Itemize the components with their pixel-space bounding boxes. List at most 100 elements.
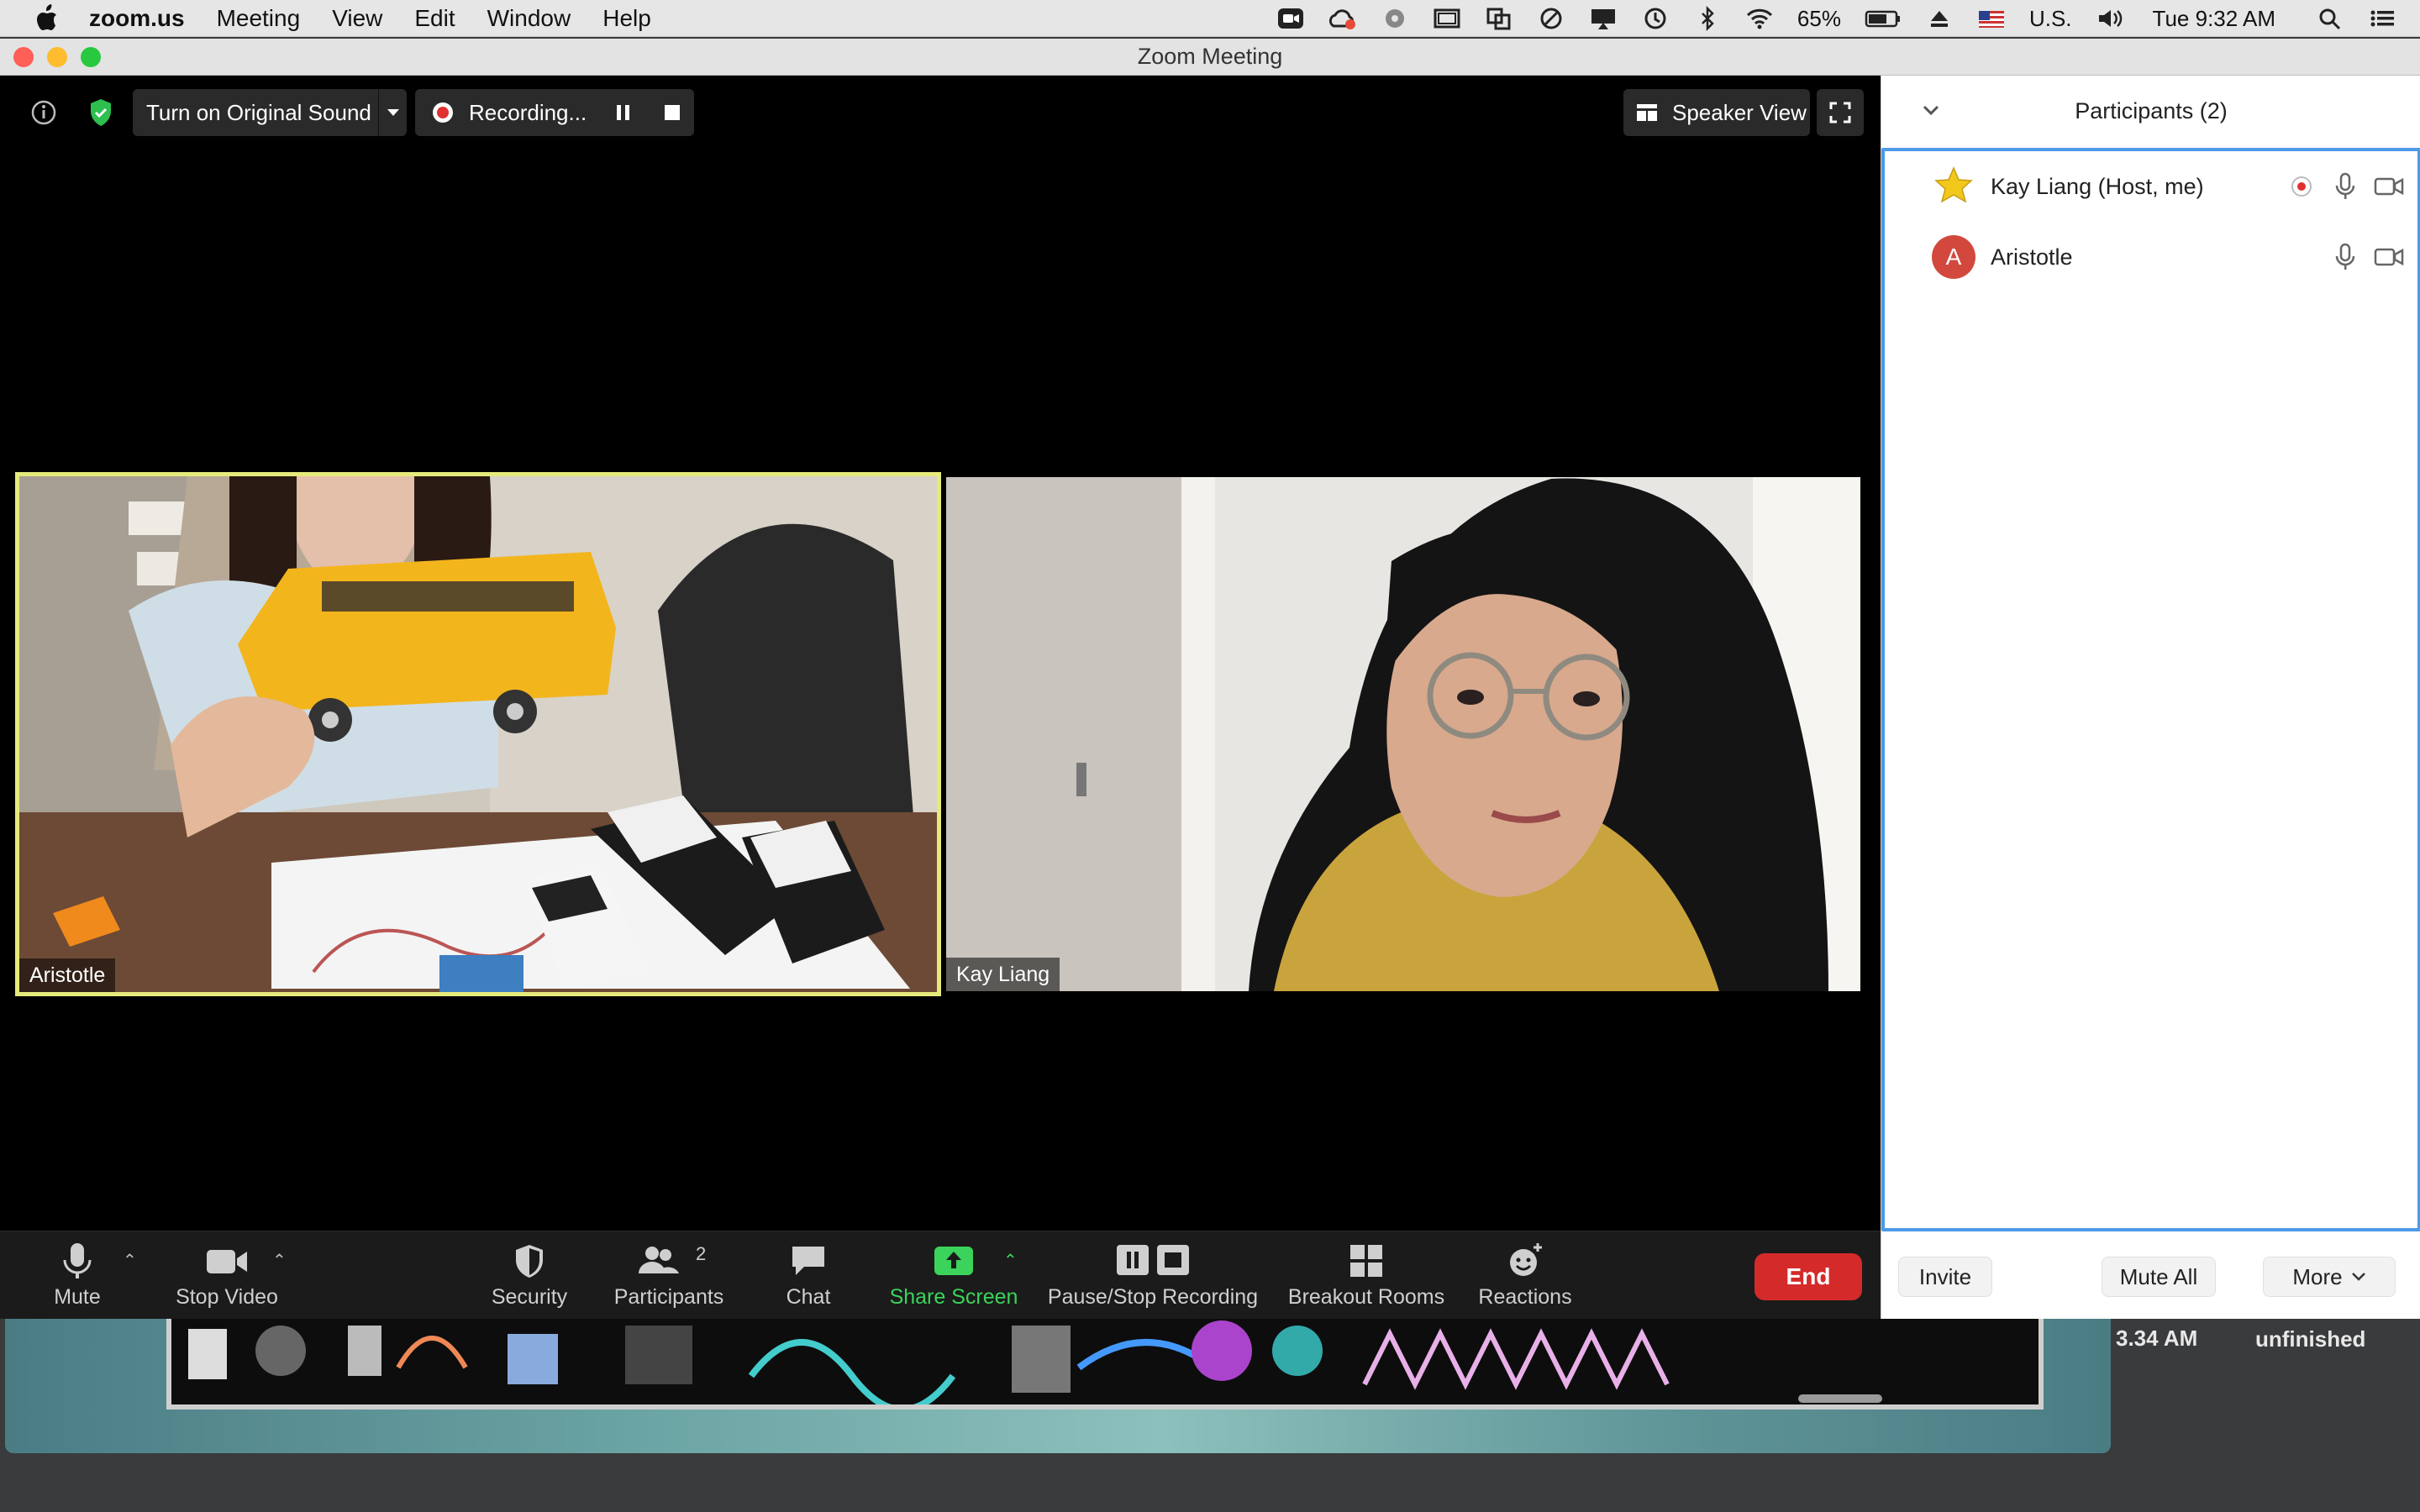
caret-down-icon	[387, 109, 399, 116]
menu-window[interactable]: Window	[487, 5, 571, 32]
wifi-icon[interactable]	[1745, 6, 1774, 31]
zoom-window-button[interactable]	[81, 47, 101, 67]
menu-clock[interactable]: Tue 9:32 AM	[2153, 6, 2275, 32]
microphone-icon[interactable]	[2330, 171, 2360, 202]
volume-icon[interactable]	[2096, 6, 2124, 31]
zoom-meeting-window: Zoom Meeting Turn on Original Sound Reco…	[0, 39, 2420, 1319]
participants-list: Kay Liang (Host, me) A Aristotle	[1881, 148, 2420, 1231]
window-icon[interactable]	[1433, 6, 1461, 31]
aristotle-video-frame	[19, 476, 937, 992]
airplay-icon[interactable]	[1589, 6, 1618, 31]
desktop-label-time[interactable]: 3.34 AM	[2116, 1326, 2197, 1352]
share-screen-label: Share Screen	[889, 1285, 1018, 1309]
participant-row-aristotle[interactable]: A Aristotle	[1885, 222, 2417, 292]
stop-recording-icon[interactable]	[662, 102, 682, 123]
menu-meeting[interactable]: Meeting	[217, 5, 301, 32]
share-options-chevron[interactable]: ⌃	[1003, 1250, 1018, 1271]
participants-panel-footer: Invite Mute All More	[1881, 1233, 2420, 1319]
notification-center-icon[interactable]	[2368, 6, 2396, 31]
fullscreen-icon	[1829, 102, 1851, 123]
pause-recording-icon[interactable]	[613, 102, 634, 123]
star-icon	[1934, 166, 1973, 203]
participant-name: Aristotle	[1991, 244, 2073, 270]
meeting-controls-toolbar: Mute ⌃ Stop Video ⌃ Security 2 Participa…	[0, 1231, 1881, 1319]
microphone-icon[interactable]	[2330, 242, 2360, 272]
copy-icon[interactable]	[1485, 6, 1513, 31]
video-name-tag: Aristotle	[19, 958, 116, 992]
creative-cloud-icon[interactable]	[1328, 6, 1357, 31]
encryption-button[interactable]	[77, 89, 124, 136]
menu-bar: zoom.us Meeting View Edit Window Help 65…	[0, 0, 2420, 37]
breakout-rooms-button[interactable]: Breakout Rooms	[1284, 1231, 1449, 1320]
video-gallery: Turn on Original Sound Recording... Spea…	[0, 76, 1881, 1231]
menu-app-name[interactable]: zoom.us	[89, 5, 185, 32]
apple-icon[interactable]	[34, 3, 59, 33]
pause-stop-recording-button[interactable]: Pause/Stop Recording	[1045, 1231, 1260, 1320]
mute-button[interactable]: Mute	[44, 1231, 111, 1320]
video-camera-icon[interactable]	[2374, 242, 2404, 272]
mute-label: Mute	[54, 1285, 101, 1309]
bluetooth-icon[interactable]	[1693, 6, 1722, 31]
menu-help[interactable]: Help	[602, 5, 651, 32]
participants-panel-header: Participants (2)	[1881, 76, 2420, 146]
zoom-status-icon[interactable]	[1276, 6, 1305, 31]
video-options-chevron[interactable]: ⌃	[272, 1250, 287, 1271]
end-meeting-button[interactable]: End	[1754, 1253, 1862, 1300]
speaker-view-button[interactable]: Speaker View	[1623, 89, 1810, 136]
info-icon	[31, 100, 56, 125]
background-scrollbar[interactable]	[1798, 1394, 1882, 1403]
menu-view[interactable]: View	[332, 5, 382, 32]
audio-options-chevron[interactable]: ⌃	[123, 1250, 137, 1271]
participants-button[interactable]: 2 Participants	[610, 1231, 728, 1320]
recording-label: Recording...	[469, 99, 587, 125]
original-sound-label: Turn on Original Sound	[146, 99, 371, 125]
participants-label: Participants	[613, 1285, 724, 1309]
video-tile-aristotle[interactable]: Aristotle	[15, 472, 941, 996]
more-button[interactable]: More	[2263, 1257, 2396, 1297]
video-camera-icon[interactable]	[2374, 171, 2404, 202]
window-titlebar[interactable]: Zoom Meeting	[0, 39, 2420, 76]
participants-icon	[639, 1247, 679, 1273]
speaker-view-label: Speaker View	[1672, 99, 1807, 125]
collapse-chevron-icon[interactable]	[1918, 97, 1944, 123]
share-screen-arrow-icon	[934, 1247, 973, 1275]
fullscreen-button[interactable]	[1817, 89, 1864, 136]
do-not-disturb-icon[interactable]	[1537, 6, 1565, 31]
stop-video-label: Stop Video	[176, 1285, 278, 1309]
eject-icon[interactable]	[1925, 6, 1954, 31]
reactions-button[interactable]: Reactions	[1476, 1231, 1575, 1320]
security-shield-icon	[516, 1245, 543, 1278]
close-window-button[interactable]	[13, 47, 34, 67]
menu-edit[interactable]: Edit	[414, 5, 455, 32]
battery-icon[interactable]	[1865, 6, 1902, 31]
background-drawing-thumbnails	[188, 1320, 1670, 1413]
participants-count-badge: 2	[696, 1243, 707, 1264]
minimize-window-button[interactable]	[47, 47, 67, 67]
video-tile-kay-liang[interactable]: Kay Liang	[946, 477, 1860, 991]
chevron-down-icon	[2351, 1273, 2365, 1281]
time-machine-icon[interactable]	[1641, 6, 1670, 31]
participants-panel-title: Participants (2)	[2075, 97, 2228, 123]
pause-stop-recording-label: Pause/Stop Recording	[1047, 1285, 1259, 1309]
share-screen-button[interactable]: Share Screen	[886, 1231, 1022, 1320]
input-source-label[interactable]: U.S.	[2029, 6, 2072, 32]
participant-row-kay-liang[interactable]: Kay Liang (Host, me)	[1885, 151, 2417, 222]
security-button[interactable]: Security	[486, 1231, 573, 1320]
stop-video-button[interactable]: Stop Video	[168, 1231, 286, 1320]
meeting-info-button[interactable]	[20, 89, 67, 136]
original-sound-dropdown[interactable]	[378, 89, 407, 136]
chat-button[interactable]: Chat	[768, 1231, 849, 1320]
invite-button[interactable]: Invite	[1898, 1257, 1992, 1297]
original-sound-button[interactable]: Turn on Original Sound	[133, 89, 407, 136]
sync-icon[interactable]	[1381, 6, 1409, 31]
mute-all-button[interactable]: Mute All	[2102, 1257, 2216, 1297]
security-label: Security	[491, 1285, 568, 1309]
spotlight-search-icon[interactable]	[2316, 6, 2344, 31]
desktop-label-unfinished[interactable]: unfinished	[2255, 1326, 2365, 1352]
more-label: More	[2292, 1263, 2343, 1289]
battery-percent[interactable]: 65%	[1797, 6, 1841, 32]
video-name-tag: Kay Liang	[946, 958, 1060, 991]
chat-bubble-icon	[792, 1247, 824, 1275]
us-flag-icon[interactable]	[1977, 6, 2006, 31]
chat-label: Chat	[786, 1285, 831, 1309]
